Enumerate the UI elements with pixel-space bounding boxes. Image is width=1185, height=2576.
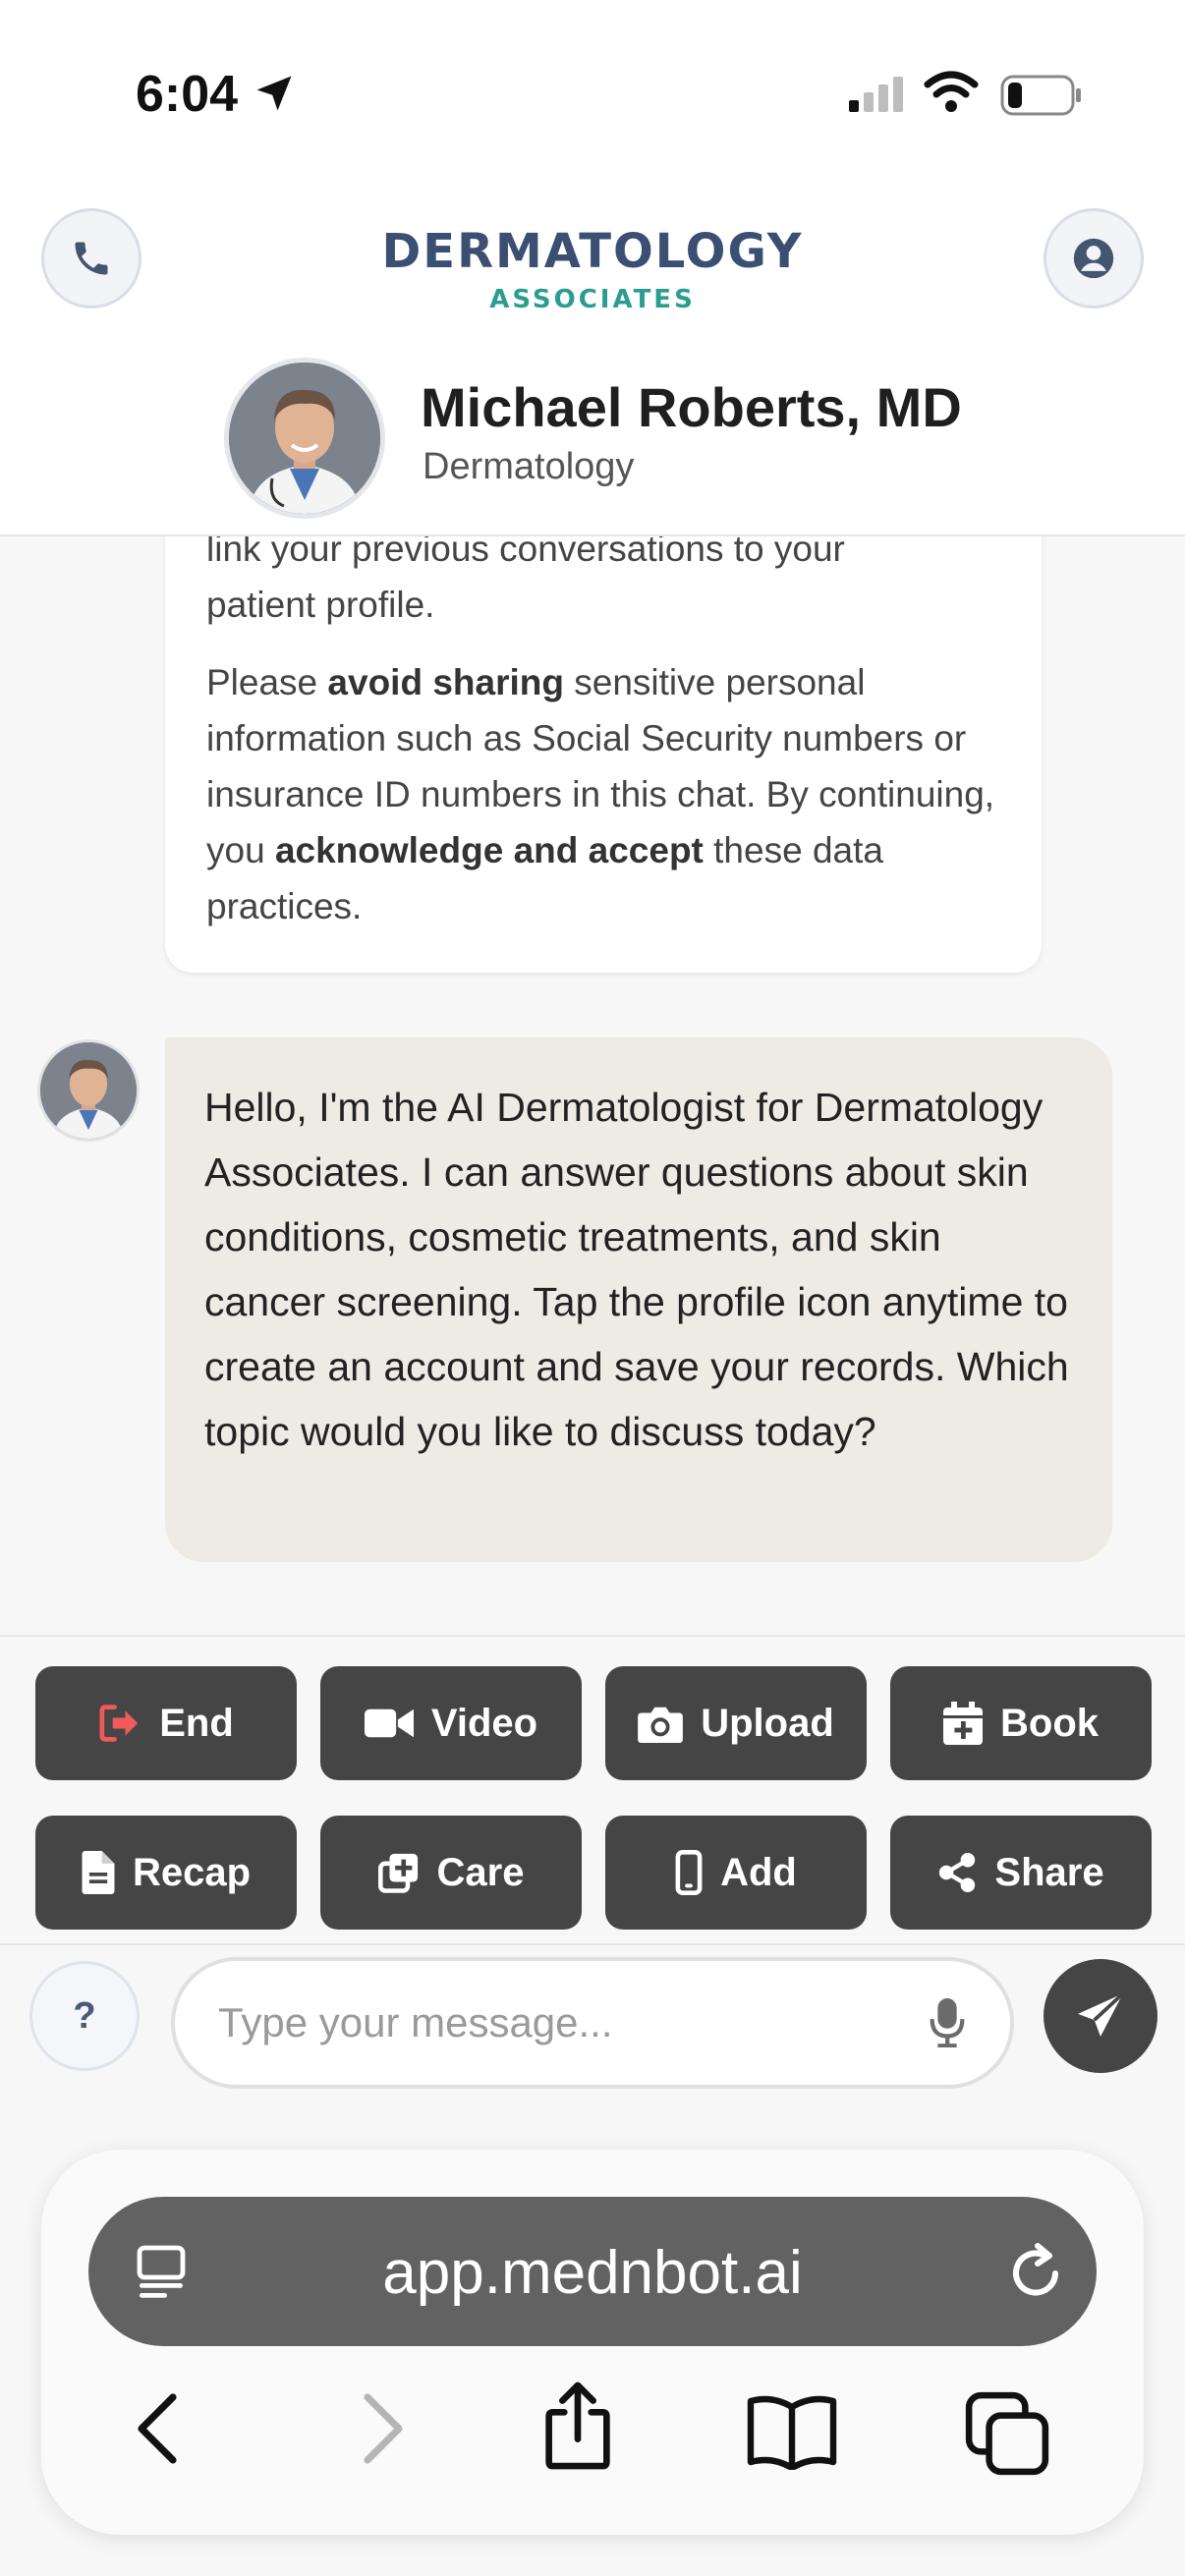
notice-emphasis: acknowledge and accept xyxy=(274,830,704,870)
book-button[interactable]: Book xyxy=(890,1666,1152,1780)
notice-text: Please xyxy=(206,662,328,702)
recap-label: Recap xyxy=(132,1850,252,1894)
camera-icon xyxy=(638,1707,684,1743)
end-label: End xyxy=(159,1701,234,1745)
copy-plus-icon xyxy=(377,1853,418,1893)
care-label: Care xyxy=(436,1850,525,1894)
doctor-name: Michael Roberts, MD xyxy=(421,376,962,438)
share-label: Share xyxy=(994,1850,1104,1894)
recap-button[interactable]: Recap xyxy=(35,1816,297,1930)
profile-button[interactable] xyxy=(1044,208,1144,308)
video-icon xyxy=(364,1708,414,1738)
forward-icon[interactable] xyxy=(352,2389,411,2468)
paper-plane-icon xyxy=(1078,1991,1125,2037)
back-icon[interactable] xyxy=(130,2389,189,2468)
upload-button[interactable]: Upload xyxy=(605,1666,867,1780)
doctor-specialty: Dermatology xyxy=(423,446,635,487)
share-sheet-icon[interactable] xyxy=(538,2381,617,2470)
bookmarks-icon[interactable] xyxy=(745,2395,839,2470)
status-time: 6:04 xyxy=(136,66,239,123)
app-header: DERMATOLOGY ASSOCIATES Michael Roberts, … xyxy=(0,187,1185,536)
video-label: Video xyxy=(430,1701,538,1745)
doctor-avatar xyxy=(224,358,385,519)
help-button[interactable]: ? xyxy=(29,1961,140,2071)
location-arrow-icon xyxy=(256,76,292,111)
notice-partial-line: link your previous conversations to your xyxy=(206,536,845,569)
bot-avatar xyxy=(37,1039,140,1142)
add-button[interactable]: Add xyxy=(605,1816,867,1930)
video-button[interactable]: Video xyxy=(320,1666,582,1780)
action-buttons-panel: End Video Upload Book Recap Care Add Sha… xyxy=(0,1635,1185,1945)
send-button[interactable] xyxy=(1044,1959,1157,2073)
notice-paragraph-2: Please avoid sharing sensitive personal … xyxy=(206,654,1000,934)
document-icon xyxy=(82,1851,115,1894)
address-bar[interactable]: app.mednbot.ai xyxy=(88,2197,1097,2346)
end-button[interactable]: End xyxy=(35,1666,297,1780)
logo-subtitle: ASSOCIATES xyxy=(489,285,696,314)
profile-icon xyxy=(1073,238,1114,279)
tabs-icon[interactable] xyxy=(963,2389,1051,2478)
chat-thread[interactable]: link your previous conversations to your… xyxy=(0,536,1185,1635)
logo-title: DERMATOLOGY xyxy=(381,224,804,279)
exit-icon xyxy=(99,1705,139,1742)
browser-toolbar: app.mednbot.ai xyxy=(41,2150,1144,2535)
notice-emphasis: avoid sharing xyxy=(327,662,564,702)
bot-message-bubble: Hello, I'm the AI Dermatologist for Derm… xyxy=(165,1037,1112,1562)
cellular-signal-icon xyxy=(849,77,903,112)
status-bar: 6:04 xyxy=(0,0,1185,187)
battery-icon xyxy=(1000,75,1081,116)
calendar-plus-icon xyxy=(943,1702,983,1745)
care-button[interactable]: Care xyxy=(320,1816,582,1930)
mobile-icon xyxy=(675,1850,703,1895)
upload-label: Upload xyxy=(701,1701,834,1745)
share-icon xyxy=(939,1853,976,1892)
notice-paragraph-1: link your previous conversations to your… xyxy=(206,536,1000,633)
url-text: app.mednbot.ai xyxy=(382,2239,803,2307)
wifi-icon xyxy=(924,71,979,112)
add-label: Add xyxy=(720,1850,797,1894)
notice-line: patient profile. xyxy=(206,585,435,625)
book-label: Book xyxy=(1000,1701,1099,1745)
privacy-notice-card: link your previous conversations to your… xyxy=(165,536,1042,973)
message-input[interactable] xyxy=(171,1957,1014,2089)
microphone-icon[interactable] xyxy=(930,1998,965,2047)
reload-icon[interactable] xyxy=(1006,2240,1069,2303)
share-button[interactable]: Share xyxy=(890,1816,1152,1930)
practice-logo: DERMATOLOGY ASSOCIATES xyxy=(0,224,1185,314)
